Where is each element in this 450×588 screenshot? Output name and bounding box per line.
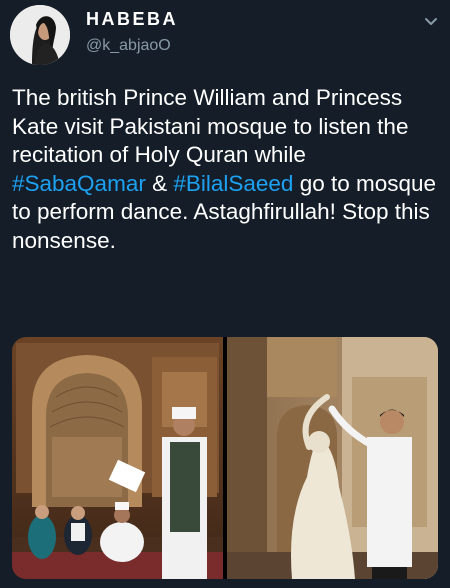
tweet-text: The british Prince William and Princess … bbox=[12, 84, 442, 255]
tweet-text-segment: The british Prince William and Princess … bbox=[12, 85, 409, 167]
tweet-media bbox=[12, 337, 438, 579]
couple-dancing-mosque-photo[interactable] bbox=[227, 337, 438, 579]
display-name[interactable]: HABEBA bbox=[86, 9, 178, 30]
hashtag-link[interactable]: #BilalSaeed bbox=[173, 171, 293, 196]
tweet-header: HABEBA @k_abjaoO bbox=[0, 0, 450, 72]
avatar[interactable] bbox=[10, 5, 70, 65]
chevron-down-icon[interactable] bbox=[422, 12, 440, 30]
royal-visit-mosque-photo[interactable] bbox=[12, 337, 223, 579]
hashtag-link[interactable]: #SabaQamar bbox=[12, 171, 146, 196]
user-handle[interactable]: @k_abjaoO bbox=[86, 37, 171, 55]
tweet-text-segment: & bbox=[145, 170, 174, 196]
profile-picture bbox=[10, 5, 70, 65]
